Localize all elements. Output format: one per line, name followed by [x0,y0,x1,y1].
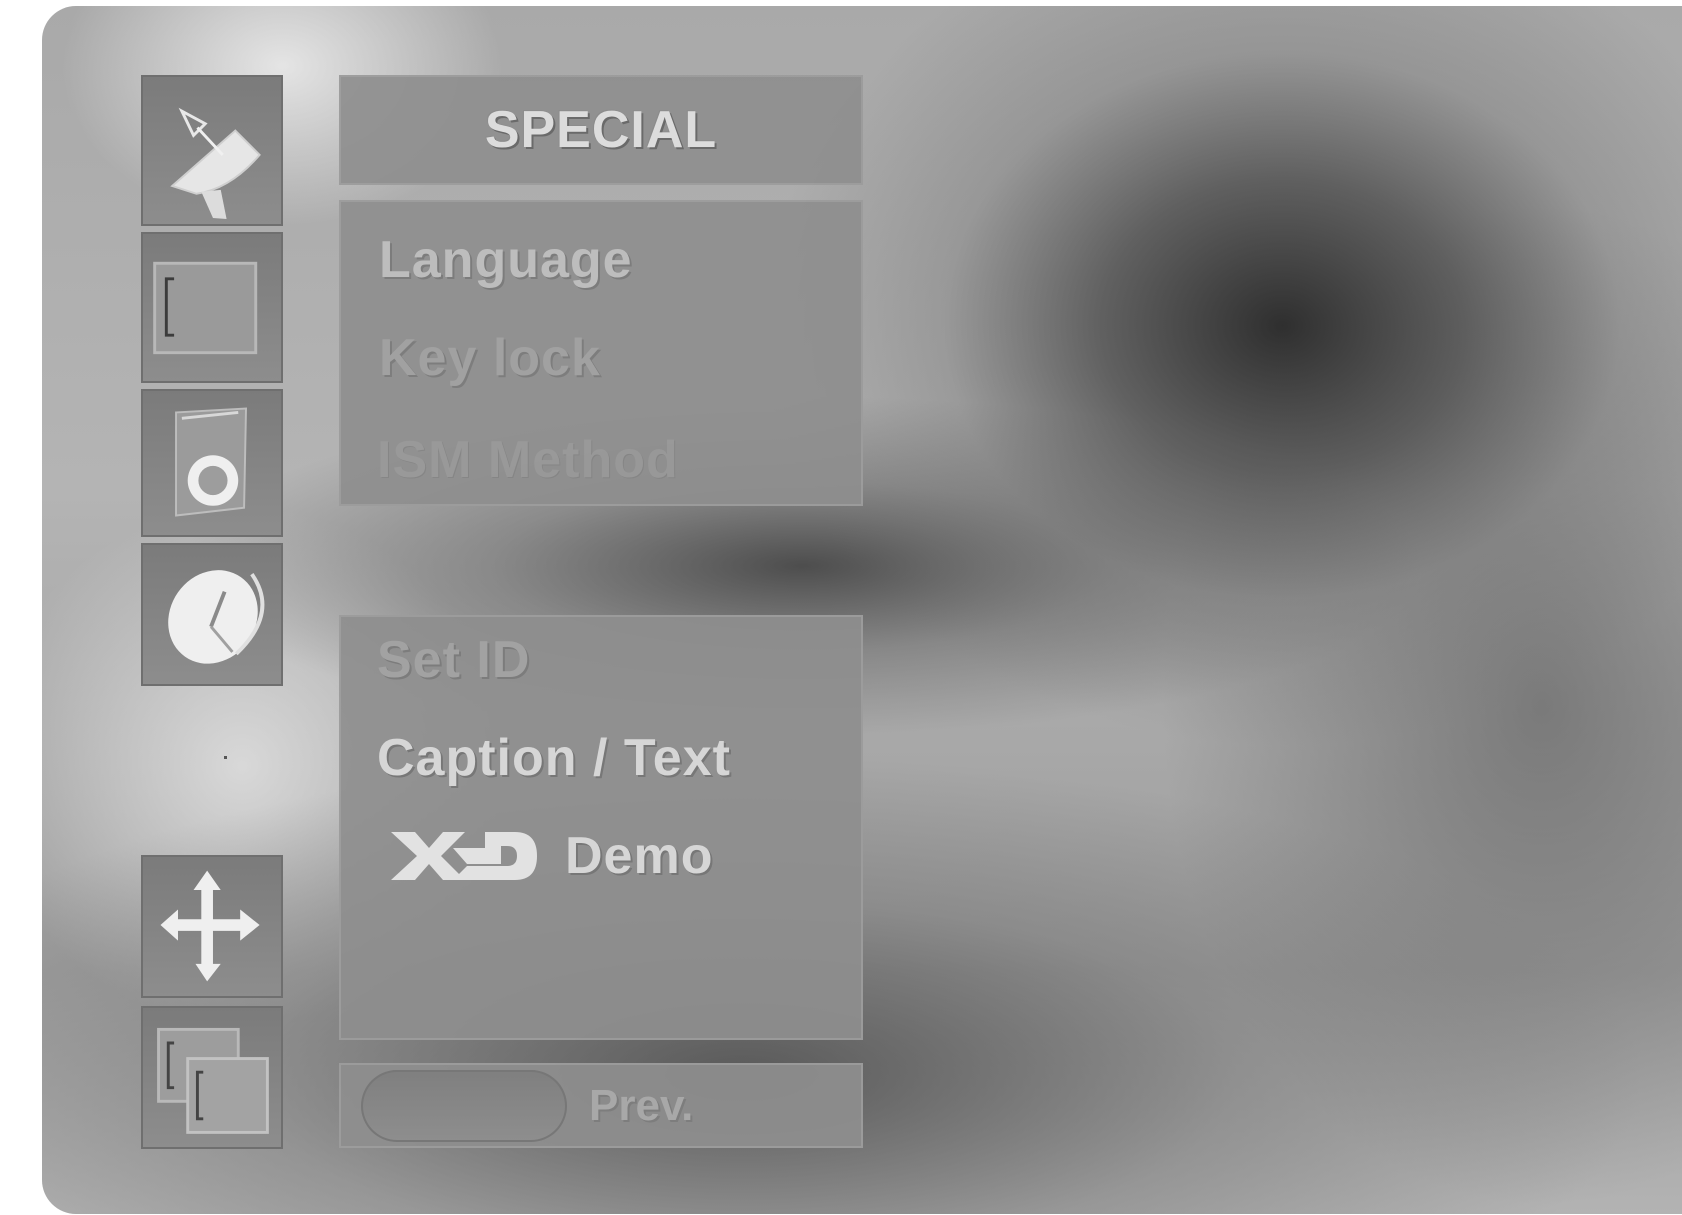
satellite-dish-icon[interactable] [141,75,283,226]
menu-item-language[interactable]: Language [379,230,633,290]
speaker-sound-icon[interactable] [141,389,283,537]
menu-item-xd-demo[interactable]: XD Demo [389,826,713,886]
pip-windows-icon[interactable] [141,1006,283,1149]
menu-item-set-id[interactable]: Set ID [377,630,530,690]
menu-item-caption-text[interactable]: Caption / Text [377,728,731,788]
xd-logo-icon: XD [391,832,537,880]
menu-item-demo-label: Demo [565,827,714,885]
footer-panel: Prev. [339,1063,863,1148]
clock-time-icon[interactable] [141,543,283,686]
menu-title: SPECIAL [484,101,718,159]
menu-item-ism-method[interactable]: ISM Method [377,430,679,490]
prev-button[interactable] [361,1069,567,1142]
separator-dot [224,756,227,759]
screen-picture-icon[interactable] [141,232,283,383]
prev-label: Prev. [589,1080,694,1130]
menu-item-key-lock[interactable]: Key lock [379,328,601,388]
move-arrows-icon[interactable] [141,855,283,998]
menu-title-panel: SPECIAL [339,75,863,185]
